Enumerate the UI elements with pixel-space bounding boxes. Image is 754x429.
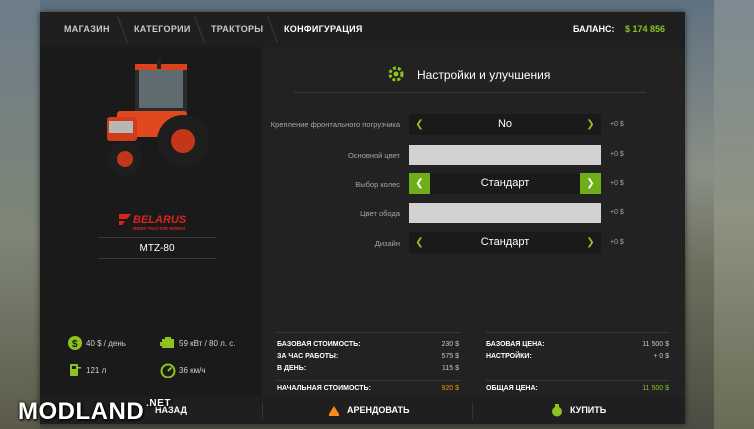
settings-value: + 0 $ bbox=[653, 353, 669, 360]
header-bar: МАГАЗИН КАТЕГОРИИ ТРАКТОРЫ КОНФИГУРАЦИЯ … bbox=[40, 12, 685, 47]
front-loader-selector: ❮ No ❯ bbox=[409, 114, 601, 135]
svg-text:MINSK TRACTOR WORKS: MINSK TRACTOR WORKS bbox=[133, 226, 185, 231]
divider bbox=[98, 237, 216, 238]
divider bbox=[262, 402, 263, 419]
background-left bbox=[0, 0, 40, 429]
gear-upgrade-icon bbox=[388, 66, 404, 82]
divider bbox=[486, 332, 669, 333]
shop-config-window: МАГАЗИН КАТЕГОРИИ ТРАКТОРЫ КОНФИГУРАЦИЯ … bbox=[40, 12, 685, 424]
divider bbox=[294, 92, 646, 93]
engine-icon bbox=[160, 337, 174, 348]
divider bbox=[472, 402, 473, 419]
vehicle-info-panel: BELARUS MINSK TRACTOR WORKS MTZ-80 $ 40 … bbox=[40, 47, 262, 397]
design-selector: ❮ Стандарт ❯ bbox=[409, 232, 601, 253]
panel-title: Настройки и улучшения bbox=[417, 68, 551, 82]
modland-watermark: MODLAND .NET bbox=[18, 398, 171, 425]
option-price: +0 $ bbox=[610, 121, 624, 128]
divider bbox=[98, 258, 216, 259]
base-price-value: 11 500 $ bbox=[642, 341, 669, 348]
breadcrumb-configuration: КОНФИГУРАЦИЯ bbox=[284, 24, 363, 34]
per-day-value: 115 $ bbox=[442, 365, 459, 372]
base-color-picker[interactable] bbox=[409, 145, 601, 165]
per-hour-label: ЗА ЧАС РАБОТЫ: bbox=[277, 353, 339, 360]
base-cost-value: 230 $ bbox=[441, 341, 459, 348]
money-bag-icon bbox=[552, 404, 562, 417]
breadcrumb-shop[interactable]: МАГАЗИН bbox=[52, 12, 110, 47]
option-label-front-loader: Крепление фронтального погрузчика bbox=[270, 120, 400, 129]
wheels-selector: ❮ Стандарт ❯ bbox=[409, 173, 601, 194]
option-value: Стандарт bbox=[480, 177, 530, 189]
chevron-left-icon[interactable]: ❮ bbox=[409, 114, 430, 135]
speedometer-icon bbox=[160, 363, 176, 378]
svg-text:$: $ bbox=[72, 339, 78, 350]
breadcrumb-tractors[interactable]: ТРАКТОРЫ bbox=[199, 12, 263, 47]
chevron-left-icon[interactable]: ❮ bbox=[409, 173, 430, 194]
model-name: MTZ-80 bbox=[139, 243, 175, 254]
divider bbox=[277, 332, 460, 333]
lease-icon bbox=[329, 406, 339, 416]
option-price: +0 $ bbox=[610, 239, 624, 246]
lease-button[interactable]: АРЕНДОВАТЬ bbox=[327, 397, 410, 424]
base-price-label: БАЗОВАЯ ЦЕНА: bbox=[486, 341, 545, 348]
option-price: +0 $ bbox=[610, 209, 624, 216]
base-cost-label: БАЗОВАЯ СТОИМОСТЬ: bbox=[277, 341, 361, 348]
option-value: No bbox=[497, 118, 513, 130]
breadcrumb-categories[interactable]: КАТЕГОРИИ bbox=[122, 12, 191, 47]
option-label-rim-color: Цвет обода bbox=[360, 209, 400, 218]
chevron-right-icon[interactable]: ❯ bbox=[580, 173, 601, 194]
per-day-label: В ДЕНЬ: bbox=[277, 365, 307, 372]
option-price: +0 $ bbox=[610, 180, 624, 187]
money-icon: $ bbox=[68, 336, 82, 350]
background-right bbox=[714, 0, 754, 429]
chevron-right-icon[interactable]: ❯ bbox=[580, 114, 601, 135]
option-label-wheels: Выбор колес bbox=[355, 180, 400, 189]
fuel-icon bbox=[70, 364, 81, 376]
chevron-left-icon[interactable]: ❮ bbox=[409, 232, 430, 253]
svg-text:BELARUS: BELARUS bbox=[133, 214, 187, 226]
settings-label: НАСТРОЙКИ: bbox=[486, 353, 532, 360]
lease-label: АРЕНДОВАТЬ bbox=[347, 405, 410, 415]
total-price-label: ОБЩАЯ ЦЕНА: bbox=[486, 385, 538, 392]
per-hour-value: 575 $ bbox=[441, 353, 459, 360]
buy-button[interactable]: КУПИТЬ bbox=[550, 397, 606, 424]
total-price-value: 11 500 $ bbox=[642, 385, 669, 392]
balance-value: $ 174 856 bbox=[625, 24, 666, 34]
option-price: +0 $ bbox=[610, 151, 624, 158]
configuration-panel: Настройки и улучшения Крепление фронталь… bbox=[262, 47, 685, 397]
divider bbox=[277, 380, 460, 381]
option-value: Стандарт bbox=[480, 236, 530, 248]
belarus-logo: BELARUS MINSK TRACTOR WORKS bbox=[119, 214, 187, 231]
rim-color-picker[interactable] bbox=[409, 203, 601, 223]
tractor-image bbox=[107, 59, 209, 176]
balance-label: БАЛАНС: bbox=[573, 24, 615, 34]
option-label-base-color: Основной цвет bbox=[347, 151, 400, 160]
chevron-right-icon[interactable]: ❯ bbox=[580, 232, 601, 253]
initial-cost-label: НАЧАЛЬНАЯ СТОИМОСТЬ: bbox=[277, 385, 371, 392]
buy-label: КУПИТЬ bbox=[570, 405, 607, 415]
option-label-design: Дизайн bbox=[374, 239, 400, 248]
divider bbox=[486, 380, 669, 381]
initial-cost-value: 920 $ bbox=[441, 385, 459, 392]
